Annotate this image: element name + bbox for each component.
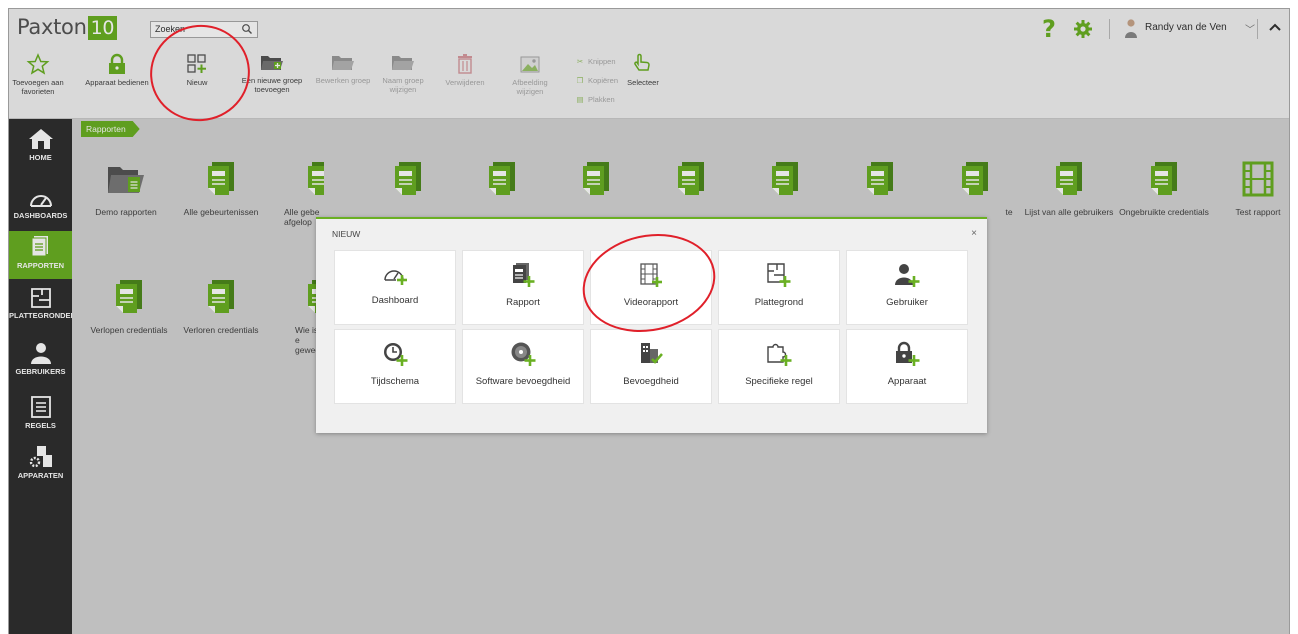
card-label: Gebruiker	[886, 297, 928, 308]
dialog-title: NIEUW	[332, 229, 361, 239]
new-device-button[interactable]: Apparaat	[846, 329, 968, 404]
card-label: Bevoegdheid	[623, 376, 679, 387]
new-floorplan-button[interactable]: Plattegrond	[718, 250, 840, 325]
card-label: Dashboard	[371, 295, 419, 306]
gauge-add-icon	[384, 270, 407, 285]
new-report-button[interactable]: Rapport	[462, 250, 584, 325]
clock-add-icon	[384, 343, 408, 366]
card-label: Apparaat	[887, 376, 927, 387]
app-window: Paxton 10 Zoeken ? Randy van de Ven ﹀ Toe…	[8, 8, 1290, 634]
new-user-button[interactable]: Gebruiker	[846, 250, 968, 325]
new-video-report-button[interactable]: Videorapport	[590, 250, 712, 325]
card-label: Rapport	[506, 297, 540, 308]
lock-add-icon	[896, 341, 920, 366]
puzzle-add-icon	[767, 343, 792, 366]
user-add-icon	[895, 264, 920, 287]
film-add-icon	[640, 263, 662, 287]
close-icon[interactable]: ×	[971, 228, 977, 239]
new-permission-button[interactable]: Bevoegdheid	[590, 329, 712, 404]
floorplan-add-icon	[767, 263, 791, 287]
card-label: Specifieke regel	[745, 376, 813, 387]
new-item-dialog: NIEUW × Dashboard Rapport Videorapport P…	[316, 217, 987, 433]
card-label: Software bevoegdheid	[475, 376, 571, 387]
card-label: Videorapport	[623, 297, 679, 308]
permission-add-icon	[641, 343, 663, 364]
card-label: Tijdschema	[370, 376, 420, 387]
report-add-icon	[513, 263, 535, 287]
new-schedule-button[interactable]: Tijdschema	[334, 329, 456, 404]
disc-add-icon	[511, 342, 536, 366]
new-specific-rule-button[interactable]: Specifieke regel	[718, 329, 840, 404]
new-software-permission-button[interactable]: Software bevoegdheid	[462, 329, 584, 404]
card-label: Plattegrond	[754, 297, 804, 308]
new-dashboard-button[interactable]: Dashboard	[334, 250, 456, 325]
